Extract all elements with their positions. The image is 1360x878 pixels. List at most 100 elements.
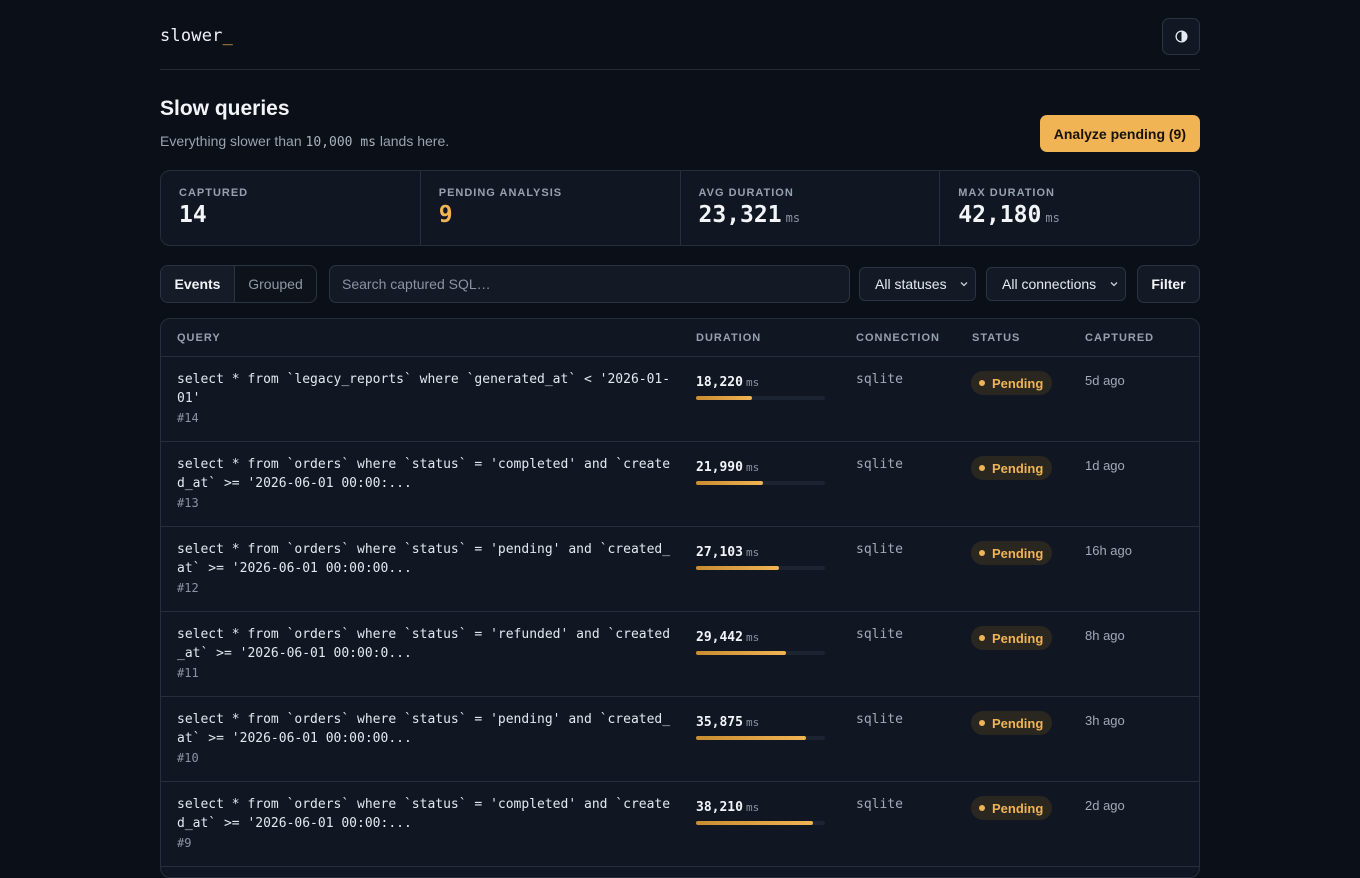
duration-unit: ms [745, 631, 760, 644]
duration-cell: 27,103 ms [696, 543, 825, 570]
connection-cell: sqlite [856, 712, 903, 727]
duration-bar-fill [696, 566, 779, 570]
query-id: #9 [177, 836, 192, 850]
table-row[interactable]: select * from `orders` where `status` = … [161, 782, 1199, 867]
filter-button[interactable]: Filter [1137, 265, 1200, 303]
theme-toggle-button[interactable] [1162, 18, 1200, 55]
table-row[interactable]: select * from `orders` where `status` = … [161, 442, 1199, 527]
view-tabs: Events Grouped [160, 265, 317, 303]
captured-cell: 5d ago [1085, 373, 1125, 388]
status-badge: Pending [971, 626, 1053, 650]
status-badge: Pending [971, 541, 1053, 565]
threshold-value: 10,000 ms [305, 135, 376, 150]
connection-cell: sqlite [856, 372, 903, 387]
captured-cell: 1d ago [1085, 458, 1125, 473]
stat-value-wrap: 42,180 ms [958, 202, 1181, 228]
duration-bar-fill [696, 481, 764, 485]
query-cell: select * from `orders` where `status` = … [177, 455, 677, 510]
duration-cell: 38,210 ms [696, 798, 825, 825]
stats-panel: CAPTURED 14 PENDING ANALYSIS 9 AVG DURAT… [160, 170, 1200, 246]
status-select-value: All statuses [875, 276, 947, 292]
logo-cursor: _ [222, 26, 234, 46]
top-bar: slower_ [160, 0, 1200, 70]
captured-cell: 2d ago [1085, 798, 1125, 813]
query-id: #14 [177, 411, 199, 425]
table-row[interactable]: select * from `orders` where `status` = … [161, 697, 1199, 782]
column-header-duration[interactable]: DURATION [696, 332, 761, 344]
table-header: QUERY DURATION CONNECTION STATUS CAPTURE… [161, 319, 1199, 357]
analyze-pending-button[interactable]: Analyze pending (9) [1039, 115, 1200, 152]
stat-unit: ms [785, 211, 801, 225]
column-header-query[interactable]: QUERY [177, 332, 221, 344]
status-select[interactable]: All statuses [859, 267, 976, 301]
chevron-down-icon [960, 282, 968, 287]
stat-label: MAX DURATION [958, 187, 1055, 199]
status-badge: Pending [971, 796, 1053, 820]
status-dot-icon [979, 805, 985, 811]
stat-value: 14 [179, 202, 207, 228]
subtitle-prefix: Everything slower than [160, 133, 302, 149]
query-sql: select * from `orders` where `status` = … [177, 712, 671, 746]
stat-pending-analysis: PENDING ANALYSIS 9 [421, 171, 681, 245]
column-header-captured[interactable]: CAPTURED [1085, 332, 1154, 344]
query-id: #11 [177, 666, 199, 680]
connection-cell: sqlite [856, 627, 903, 642]
connection-cell: sqlite [856, 797, 903, 812]
filter-toolbar: Events Grouped All statuses All connecti… [160, 265, 1200, 303]
query-sql: select * from `orders` where `status` = … [177, 457, 671, 491]
query-cell: select * from `orders` where `status` = … [177, 795, 677, 850]
duration-bar [696, 481, 825, 485]
duration-unit: ms [745, 376, 760, 389]
duration-cell: 21,990 ms [696, 458, 825, 485]
stat-value: 9 [438, 202, 453, 228]
tab-events[interactable]: Events [161, 266, 235, 302]
table-row[interactable]: select * from `legacy_reports` where `ge… [161, 357, 1199, 442]
duration-bar [696, 736, 825, 740]
status-dot-icon [979, 635, 985, 641]
query-cell: select * from `orders` where `status` = … [177, 625, 677, 680]
query-sql: select * from `legacy_reports` where `ge… [177, 372, 671, 406]
duration-value: 35,875 [696, 715, 743, 730]
tab-grouped[interactable]: Grouped [235, 266, 316, 302]
table-row[interactable]: select * from `orders` where `status` = … [161, 612, 1199, 697]
subtitle-suffix: lands here. [379, 133, 450, 149]
connection-cell: sqlite [856, 542, 903, 557]
half-circle-icon [1174, 30, 1188, 43]
stat-value: 42,180 [958, 202, 1042, 228]
connection-cell: sqlite [856, 457, 903, 472]
duration-value: 38,210 [696, 800, 743, 815]
stat-label: CAPTURED [179, 187, 249, 199]
duration-bar-fill [696, 651, 787, 655]
captured-cell: 3h ago [1085, 713, 1125, 728]
status-label: Pending [992, 460, 1044, 476]
query-sql: select * from `orders` where `status` = … [177, 627, 671, 661]
query-id: #12 [177, 581, 199, 595]
table-row[interactable]: select * from `orders` where `status` = … [161, 527, 1199, 612]
stat-value-wrap: 23,321 ms [699, 202, 922, 228]
connection-select-value: All connections [1002, 276, 1097, 292]
duration-unit: ms [745, 461, 760, 474]
duration-value: 18,220 [696, 375, 743, 390]
status-badge: Pending [971, 711, 1053, 735]
search-input[interactable] [329, 265, 850, 303]
connection-select[interactable]: All connections [986, 267, 1126, 301]
stat-label: PENDING ANALYSIS [438, 187, 563, 199]
column-header-connection[interactable]: CONNECTION [856, 332, 940, 344]
status-label: Pending [992, 800, 1044, 816]
stat-avg-duration: AVG DURATION 23,321 ms [681, 171, 941, 245]
stat-captured: CAPTURED 14 [161, 171, 421, 245]
table-body: select * from `legacy_reports` where `ge… [161, 357, 1199, 867]
duration-unit: ms [745, 716, 760, 729]
status-dot-icon [979, 380, 985, 386]
duration-bar [696, 821, 825, 825]
stat-value: 23,321 [698, 202, 782, 228]
status-dot-icon [979, 550, 985, 556]
query-id: #10 [177, 751, 199, 765]
query-cell: select * from `orders` where `status` = … [177, 710, 677, 765]
duration-cell: 35,875 ms [696, 713, 825, 740]
query-cell: select * from `orders` where `status` = … [177, 540, 677, 595]
column-header-status[interactable]: STATUS [972, 332, 1020, 344]
query-cell: select * from `legacy_reports` where `ge… [177, 370, 677, 425]
duration-unit: ms [745, 801, 760, 814]
app-logo[interactable]: slower_ [160, 26, 233, 46]
